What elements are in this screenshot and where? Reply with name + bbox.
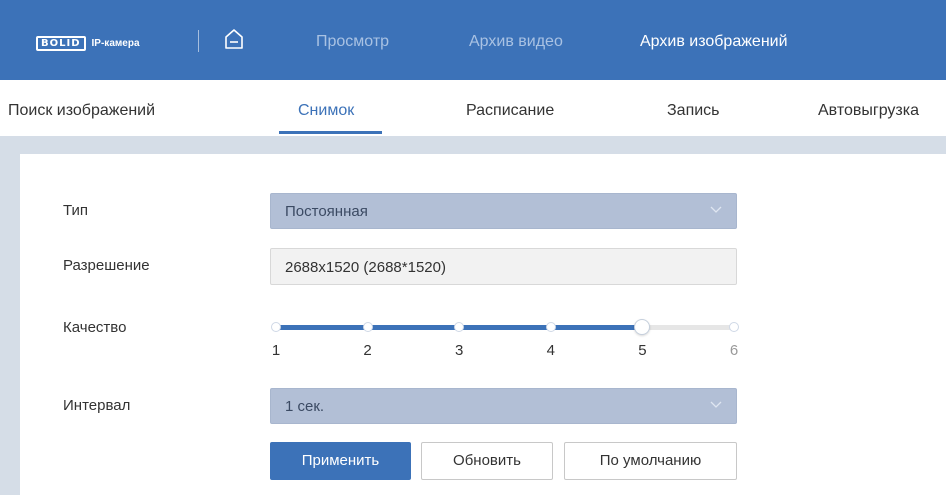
slider-tick-label: 6 [729, 342, 739, 359]
header-divider [198, 30, 199, 52]
interval-select-value: 1 сек. [285, 398, 325, 415]
slider-tick-label: 2 [363, 342, 372, 359]
slider-tick-label: 5 [638, 342, 647, 359]
quality-slider[interactable]: 1 2 3 4 5 6 [271, 319, 739, 360]
logo-subtitle: IP-камера [91, 38, 140, 49]
default-button[interactable]: По умолчанию [564, 442, 737, 480]
type-select[interactable]: Постоянная [270, 193, 737, 229]
resolution-field: 2688x1520 (2688*1520) [270, 248, 737, 285]
nav-live-view[interactable]: Просмотр [316, 33, 389, 51]
slider-stop [454, 322, 465, 332]
slider-handle[interactable] [634, 319, 651, 335]
quality-label: Качество [63, 319, 127, 336]
tab-snapshot[interactable]: Снимок [298, 102, 354, 120]
type-label: Тип [63, 202, 89, 219]
chevron-down-icon [710, 206, 722, 213]
tab-schedule[interactable]: Расписание [466, 102, 554, 120]
resolution-label: Разрешение [63, 257, 150, 274]
slider-stop [729, 322, 739, 332]
apply-button[interactable]: Применить [270, 442, 411, 480]
subtab-bar: Поиск изображений Снимок Расписание Запи… [0, 80, 946, 136]
active-tab-indicator [279, 131, 382, 134]
slider-tick-label: 1 [271, 342, 281, 359]
content-top-separator [0, 136, 946, 154]
chevron-down-icon [710, 401, 722, 408]
home-icon[interactable] [224, 28, 244, 50]
interval-label: Интервал [63, 397, 131, 414]
content-left-margin [0, 154, 20, 495]
refresh-button[interactable]: Обновить [421, 442, 553, 480]
slider-stop [545, 322, 556, 332]
brand-logo: BOLID IP-камера [36, 36, 140, 51]
resolution-value: 2688x1520 (2688*1520) [285, 259, 446, 276]
tab-auto-upload[interactable]: Автовыгрузка [818, 102, 919, 120]
top-header: BOLID IP-камера Просмотр Архив видео Арх… [0, 0, 946, 80]
type-select-value: Постоянная [285, 203, 368, 220]
slider-stop [362, 322, 373, 332]
slider-tick-label: 4 [546, 342, 555, 359]
interval-select[interactable]: 1 сек. [270, 388, 737, 424]
nav-image-archive[interactable]: Архив изображений [640, 33, 788, 51]
logo-mark: BOLID [36, 36, 86, 51]
slider-stop [271, 322, 281, 332]
slider-tick-label: 3 [455, 342, 464, 359]
tab-image-search[interactable]: Поиск изображений [8, 102, 155, 120]
nav-video-archive[interactable]: Архив видео [469, 33, 563, 51]
tab-recording[interactable]: Запись [667, 102, 720, 120]
